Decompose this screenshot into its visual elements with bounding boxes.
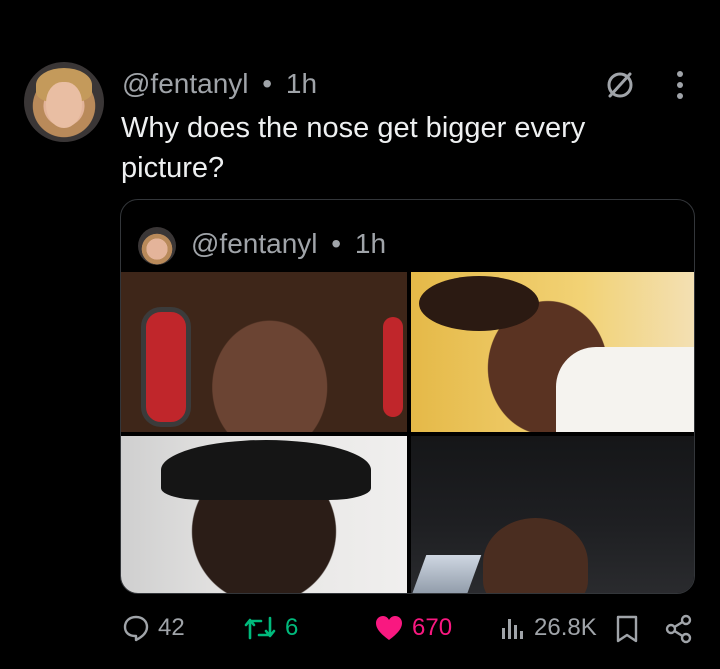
- tweet-time[interactable]: 1h: [286, 68, 317, 99]
- bar-chart-icon: [502, 619, 523, 639]
- retweet-button[interactable]: 6: [243, 614, 298, 642]
- avatar-face: [46, 82, 82, 128]
- cap-shape: [161, 440, 371, 500]
- separator: •: [262, 68, 273, 99]
- vertical-ellipsis-icon[interactable]: [672, 68, 688, 102]
- reply-button[interactable]: 42: [122, 614, 185, 642]
- tweet-header: @fentanyl • 1h: [122, 68, 317, 100]
- quoted-author-handle: @fentanyl: [191, 228, 318, 259]
- headphone-shape: [141, 307, 191, 427]
- action-bar: 42 6 670 26.8K: [0, 614, 720, 654]
- quoted-author-avatar: [138, 227, 176, 265]
- tweet-text: Why does the nose get bigger every pictu…: [121, 112, 586, 184]
- bookmark-icon: [616, 615, 638, 643]
- photo-4[interactable]: [411, 436, 694, 593]
- no-symbol-icon[interactable]: [605, 70, 635, 100]
- hair-shape: [419, 276, 539, 331]
- reply-count: 42: [158, 614, 185, 641]
- author-handle[interactable]: @fentanyl: [122, 68, 249, 99]
- share-icon: [665, 614, 692, 644]
- photo-3[interactable]: [121, 436, 407, 593]
- photo-grid: [121, 272, 694, 593]
- photo-1[interactable]: [121, 272, 407, 432]
- retweet-icon: [244, 616, 276, 640]
- bookmark-button[interactable]: [614, 614, 640, 644]
- car-window-shape: [411, 555, 482, 593]
- like-button[interactable]: 670: [374, 614, 452, 642]
- face-shape: [483, 518, 588, 593]
- author-avatar[interactable]: [24, 62, 104, 142]
- shirt-shape: [556, 347, 694, 432]
- like-count: 670: [412, 614, 453, 641]
- heart-icon: [376, 616, 402, 640]
- separator: •: [331, 228, 342, 259]
- view-count: 26.8K: [534, 614, 597, 641]
- retweet-count: 6: [285, 614, 299, 641]
- share-button[interactable]: [664, 614, 694, 644]
- quoted-tweet-time: 1h: [354, 228, 387, 259]
- headphone-shape: [383, 317, 403, 417]
- reply-icon: [123, 615, 149, 642]
- photo-2[interactable]: [411, 272, 694, 432]
- views-button[interactable]: 26.8K: [498, 614, 597, 642]
- quoted-tweet-header: @fentanyl • 1h: [191, 228, 386, 260]
- quoted-tweet[interactable]: @fentanyl • 1h: [120, 199, 695, 594]
